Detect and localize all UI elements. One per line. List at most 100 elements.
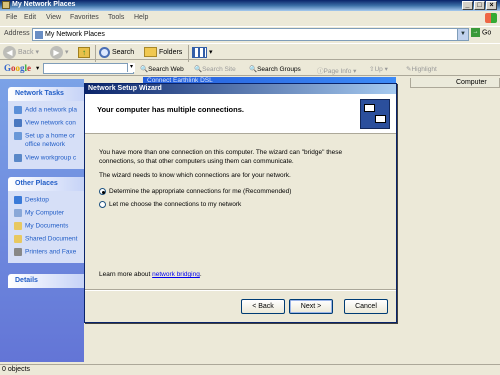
network-bridging-link[interactable]: network bridging (152, 271, 200, 278)
google-toolbar: Google ▾ ▾ 🔍Search Web 🔍Search Site 🔍Sea… (0, 60, 500, 76)
printers-faxes-link[interactable]: Printers and Faxe (14, 248, 76, 256)
setup-home-network-link-cont[interactable]: office network (25, 141, 65, 148)
go-arrow-icon: → (471, 28, 480, 37)
network-tasks-title: Network Tasks (15, 90, 64, 97)
setup-home-network-link[interactable]: Set up a home or (14, 132, 75, 140)
home-network-icon (14, 132, 22, 140)
menu-favorites[interactable]: Favorites (70, 14, 99, 21)
search-button[interactable]: Search (99, 45, 134, 60)
cancel-button[interactable]: Cancel (344, 299, 388, 314)
network-tasks-header[interactable]: Network Tasks (8, 87, 84, 101)
minimize-button[interactable]: _ (462, 1, 473, 10)
wizard-instruction: The wizard needs to know which connectio… (99, 172, 291, 179)
task-pane: Network Tasks Add a network pla View net… (0, 79, 84, 362)
search-label: Search (111, 49, 135, 56)
details-title: Details (15, 277, 38, 284)
google-search-dropdown[interactable]: ▾ (127, 63, 135, 72)
option1-label: Determine the appropriate connections fo… (109, 188, 292, 196)
learn-prefix: Learn more about (99, 271, 153, 278)
my-documents-link[interactable]: My Documents (14, 222, 68, 230)
address-dropdown-button[interactable]: ▼ (457, 29, 468, 40)
folder-icon (144, 47, 157, 58)
add-network-place-label: Add a network pla (25, 106, 78, 114)
radio-button-unselected[interactable] (99, 201, 106, 208)
view-workgroup-computers-link[interactable]: View workgroup c (14, 154, 76, 162)
learn-more-text: Learn more about network bridging. (99, 271, 202, 278)
menu-view[interactable]: View (46, 14, 61, 21)
up-folder-button[interactable]: ↑ (78, 45, 90, 60)
go-button[interactable]: → Go (471, 28, 498, 41)
google-menu-arrow-icon[interactable]: ▾ (36, 64, 39, 72)
column-header[interactable]: Computer (410, 78, 500, 88)
printer-icon (14, 248, 22, 256)
search-icon (99, 46, 110, 58)
desktop-link[interactable]: Desktop (14, 196, 49, 204)
description-line-2: connections, so that other computers usi… (99, 158, 294, 165)
address-input[interactable]: My Network Places ▼ (32, 28, 469, 41)
standard-toolbar: ◀ Back ▾ ▶ ▾ ↑ Search Folders ▾ (0, 43, 500, 62)
up-button[interactable]: ⇧Up ▾ (369, 65, 388, 73)
office-network-label: office network (25, 141, 65, 148)
details-header[interactable]: Details (8, 274, 84, 288)
printers-faxes-label: Printers and Faxe (25, 248, 77, 256)
window-title: My Network Places (12, 1, 76, 8)
back-button[interactable]: ◀ Back ▾ (3, 45, 39, 60)
wizard-header-text: Your computer has multiple connections. (97, 105, 244, 114)
next-button[interactable]: Next > (289, 299, 333, 314)
page-info-button[interactable]: ⓘPage Info ▾ (317, 65, 356, 75)
my-documents-icon (14, 222, 22, 230)
my-computer-link[interactable]: My Computer (14, 209, 64, 217)
view-workgroup-label: View workgroup c (25, 154, 77, 162)
wizard-divider (85, 289, 396, 291)
radio-choose-connections[interactable]: Let me choose the connections to my netw… (99, 201, 241, 208)
menu-help[interactable]: Help (134, 14, 148, 21)
search-groups-label: Search Groups (257, 66, 301, 73)
title-bar: My Network Places _ □ × (0, 0, 500, 11)
network-connections-icon (14, 119, 22, 127)
content-area-edge (492, 88, 500, 362)
go-label: Go (481, 29, 492, 37)
folders-button[interactable]: Folders (144, 45, 182, 60)
menu-file[interactable]: File (6, 14, 17, 21)
google-logo[interactable]: Google (4, 63, 31, 73)
desktop-label: Desktop (25, 196, 49, 204)
description-line-1: You have more than one connection on thi… (99, 149, 343, 156)
other-places-panel: Desktop My Computer My Documents Shared … (8, 191, 84, 263)
other-places-header[interactable]: Other Places (8, 177, 84, 191)
search-site-button[interactable]: 🔍Search Site (194, 65, 236, 73)
windows-logo-icon (485, 13, 497, 23)
shared-documents-link[interactable]: Shared Document (14, 235, 77, 243)
desktop-icon (14, 196, 22, 204)
address-value: My Network Places (45, 31, 105, 38)
add-network-place-link[interactable]: Add a network pla (14, 106, 77, 114)
forward-button[interactable]: ▶ ▾ (50, 45, 68, 60)
menu-edit[interactable]: Edit (24, 14, 36, 21)
network-places-icon (2, 1, 10, 9)
page-info-label: Page Info (323, 68, 352, 75)
forward-arrow-icon: ▶ (50, 45, 63, 59)
radio-button-selected[interactable] (99, 188, 106, 195)
highlight-button[interactable]: ✎Highlight (406, 65, 437, 73)
wizard-header: Your computer has multiple connections. (85, 94, 396, 134)
search-web-button[interactable]: 🔍Search Web (140, 65, 184, 73)
other-places-title: Other Places (15, 180, 58, 187)
setup-home-network-label: Set up a home or (25, 132, 75, 140)
wizard-title-bar[interactable]: Network Setup Wizard (85, 84, 396, 94)
view-network-connections-link[interactable]: View network con (14, 119, 76, 127)
my-computer-icon (14, 209, 22, 217)
google-search-input[interactable] (43, 63, 134, 74)
search-groups-button[interactable]: 🔍Search Groups (249, 65, 301, 73)
maximize-button[interactable]: □ (474, 1, 485, 10)
network-computers-icon (360, 99, 390, 129)
back-button[interactable]: < Back (241, 299, 285, 314)
views-icon (192, 46, 207, 58)
back-label: Back (17, 49, 34, 56)
menu-tools[interactable]: Tools (108, 14, 124, 21)
radio-determine-connections[interactable]: Determine the appropriate connections fo… (99, 188, 291, 195)
views-button[interactable]: ▾ (192, 45, 212, 60)
up-folder-icon: ↑ (78, 46, 90, 58)
status-text: 0 objects (2, 366, 31, 373)
close-button[interactable]: × (486, 1, 497, 10)
wizard-description: You have more than one connection on thi… (99, 148, 369, 166)
up-label: Up (374, 66, 383, 73)
